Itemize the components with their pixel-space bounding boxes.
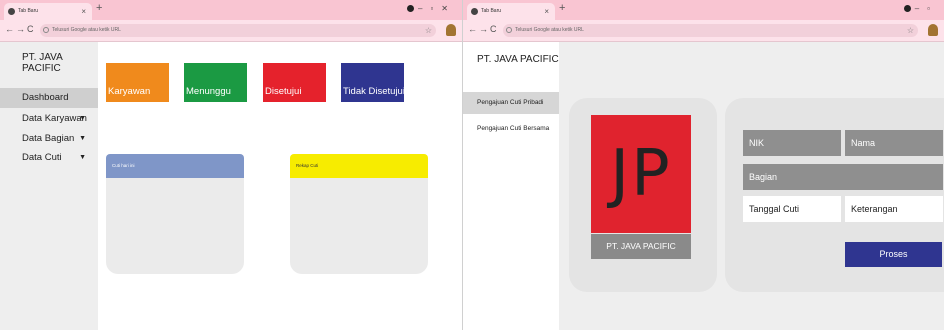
back-icon[interactable]: ← xyxy=(5,24,14,34)
tab-title: Tab Baru xyxy=(18,8,39,14)
tanggal-cuti-placeholder: Tanggal Cuti xyxy=(749,204,800,214)
bagian-placeholder: Bagian xyxy=(749,172,778,182)
caret-down-icon: ▼ xyxy=(79,135,86,142)
leave-form: NIK Nama Bagian Tanggal Cuti Keterangan … xyxy=(725,98,944,292)
new-tab-icon[interactable]: + xyxy=(559,2,565,14)
extension-icon[interactable] xyxy=(407,5,414,13)
reload-icon[interactable]: C xyxy=(27,24,34,34)
omnibox-placeholder: Telusuri Google atau ketik URL xyxy=(52,27,121,33)
sidebar-item-label: Dashboard xyxy=(22,92,69,103)
sidebar-item-label: Data Karyawan xyxy=(22,113,87,124)
sidebar-item-pengajuan-cuti-bersama[interactable]: Pengajuan Cuti Bersama xyxy=(463,118,559,140)
browser-tab[interactable]: Tab Baru × xyxy=(4,3,92,20)
nik-placeholder: NIK xyxy=(749,138,765,148)
panel-body-cuti-hari-ini xyxy=(106,178,244,274)
company-card: JP PT. JAVA PACIFIC xyxy=(569,98,717,292)
tanggal-cuti-field[interactable]: Tanggal Cuti xyxy=(743,196,841,222)
extension-icon[interactable] xyxy=(903,5,911,13)
nama-placeholder: Nama xyxy=(851,138,876,148)
tab-title: Tab Baru xyxy=(481,8,502,14)
stat-label: Menunggu xyxy=(186,86,231,97)
panel-body-rekap-cuti xyxy=(290,178,428,274)
sidebar-item-data-cuti[interactable]: Data Cuti ▼ xyxy=(0,148,98,168)
chrome-icon xyxy=(8,8,15,15)
company-name: PT. JAVA PACIFIC xyxy=(591,234,691,259)
sidebar-item-dashboard[interactable]: Dashboard xyxy=(0,88,98,108)
stat-label: Karyawan xyxy=(108,86,151,97)
sidebar-item-label: Data Bagian xyxy=(22,133,75,144)
panel-title: Rekap Cuti xyxy=(296,163,319,168)
browser-window-pengajuan-cuti: Tab Baru × + –▫ ← → C Telusuri Google at… xyxy=(462,0,944,330)
back-icon[interactable]: ← xyxy=(468,24,477,34)
address-bar: ← → C Telusuri Google atau ketik URL ☆ xyxy=(463,20,944,42)
new-tab-icon[interactable]: + xyxy=(96,2,102,14)
window-controls: –▫✕ xyxy=(407,4,456,13)
omnibox[interactable]: Telusuri Google atau ketik URL ☆ xyxy=(40,24,436,37)
panel-header-cuti-hari-ini: Cuti hari ini xyxy=(106,154,244,178)
dashboard-content: Karyawan Menunggu Disetujui Tidak Disetu… xyxy=(98,42,462,330)
stat-label: Tidak Disetujui xyxy=(343,86,405,97)
info-icon[interactable] xyxy=(506,27,512,33)
browser-window-dashboard: Tab Baru × + –▫✕ ← → C Telusuri Google a… xyxy=(0,0,462,330)
keterangan-field[interactable]: Keterangan xyxy=(845,196,943,222)
chrome-icon xyxy=(471,8,478,15)
pengajuan-content: JP PT. JAVA PACIFIC NIK Nama Bagian Tang… xyxy=(559,42,944,330)
tab-bar: Tab Baru × + –▫✕ xyxy=(0,0,462,20)
sidebar-item-data-bagian[interactable]: Data Bagian ▼ xyxy=(0,129,98,149)
bagian-field[interactable]: Bagian xyxy=(743,164,943,190)
profile-icon[interactable] xyxy=(446,24,456,36)
nama-field[interactable]: Nama xyxy=(845,130,943,156)
stat-label: Disetujui xyxy=(265,86,302,97)
window-controls: –▫ xyxy=(903,4,938,13)
tab-bar: Tab Baru × + –▫ xyxy=(463,0,944,20)
company-logo: JP xyxy=(591,115,691,233)
reload-icon[interactable]: C xyxy=(490,24,497,34)
panel-header-rekap-cuti: Rekap Cuti xyxy=(290,154,428,178)
maximize-icon[interactable]: ▫ xyxy=(927,4,938,13)
sidebar-item-pengajuan-cuti-pribadi[interactable]: Pengajuan Cuti Pribadi xyxy=(463,92,559,114)
forward-icon[interactable]: → xyxy=(16,24,25,34)
close-icon[interactable]: × xyxy=(81,3,86,20)
keterangan-placeholder: Keterangan xyxy=(851,204,898,214)
stat-card-menunggu[interactable]: Menunggu xyxy=(184,63,247,102)
stat-card-tidak-disetujui[interactable]: Tidak Disetujui xyxy=(341,63,405,102)
sidebar: PT. JAVA PACIFIC Pengajuan Cuti Pribadi … xyxy=(463,42,559,330)
caret-down-icon: ▼ xyxy=(79,115,86,122)
brand-name: PT. JAVA PACIFIC xyxy=(22,52,63,74)
maximize-icon[interactable]: ▫ xyxy=(430,4,441,13)
browser-tab[interactable]: Tab Baru × xyxy=(467,3,555,20)
profile-icon[interactable] xyxy=(928,24,938,36)
bookmark-star-icon[interactable]: ☆ xyxy=(907,24,914,37)
forward-icon[interactable]: → xyxy=(479,24,488,34)
proses-button[interactable]: Proses xyxy=(845,242,942,267)
stat-card-disetujui[interactable]: Disetujui xyxy=(263,63,326,102)
info-icon[interactable] xyxy=(43,27,49,33)
nik-field[interactable]: NIK xyxy=(743,130,841,156)
minimize-icon[interactable]: – xyxy=(915,4,927,13)
caret-down-icon: ▼ xyxy=(79,154,86,161)
omnibox[interactable]: Telusuri Google atau ketik URL ☆ xyxy=(503,24,918,37)
address-bar: ← → C Telusuri Google atau ketik URL ☆ xyxy=(0,20,462,42)
sidebar-item-data-karyawan[interactable]: Data Karyawan ▼ xyxy=(0,109,98,129)
sidebar: PT. JAVA PACIFIC Dashboard Data Karyawan… xyxy=(0,42,98,330)
sidebar-item-label: Pengajuan Cuti Pribadi xyxy=(477,99,544,106)
stat-card-karyawan[interactable]: Karyawan xyxy=(106,63,169,102)
close-icon[interactable]: × xyxy=(544,3,549,20)
close-window-icon[interactable]: ✕ xyxy=(441,4,456,13)
sidebar-item-label: Pengajuan Cuti Bersama xyxy=(477,125,550,132)
omnibox-placeholder: Telusuri Google atau ketik URL xyxy=(515,27,584,33)
panel-title: Cuti hari ini xyxy=(112,163,135,168)
sidebar-item-label: Data Cuti xyxy=(22,152,62,163)
minimize-icon[interactable]: – xyxy=(418,4,430,13)
bookmark-star-icon[interactable]: ☆ xyxy=(425,24,432,37)
brand-name: PT. JAVA PACIFIC xyxy=(477,54,559,65)
